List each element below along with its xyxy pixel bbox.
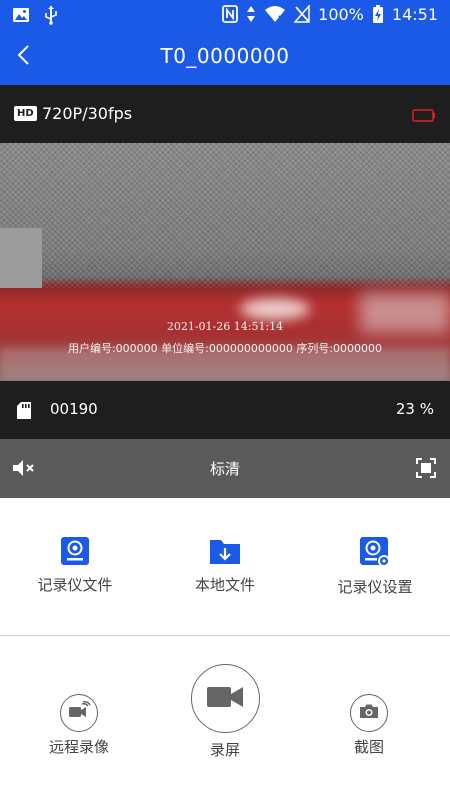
remote-video-icon [67, 701, 91, 725]
wifi-icon [264, 5, 286, 23]
action-bar: 远程录像 录屏 截图 [0, 636, 450, 800]
video-object [0, 228, 42, 288]
video-camera-icon [206, 685, 244, 713]
fullscreen-icon [416, 458, 436, 482]
page-title: T0_0000000 [160, 44, 290, 68]
storage-bar: 00190 23 % [0, 381, 450, 439]
hd-badge: HD [14, 106, 37, 121]
sd-card-icon [16, 401, 32, 424]
video-glare [240, 298, 310, 320]
live-video-view[interactable]: 2021-01-26 14:51:14 用户编号:000000 单位编号:000… [0, 143, 450, 381]
file-count: 00190 [50, 400, 98, 418]
feature-label: 本地文件 [194, 576, 255, 594]
device-battery-low-icon [412, 107, 436, 126]
mute-button[interactable] [12, 458, 36, 482]
storage-percentage: 23 % [395, 400, 434, 418]
feature-label: 记录仪设置 [337, 578, 413, 596]
recorder-settings-icon [300, 536, 450, 568]
download-folder-icon [150, 536, 300, 566]
resolution-label: 720P/30fps [42, 104, 133, 123]
no-signal-icon [294, 5, 310, 23]
app-header: T0_0000000 [0, 30, 450, 85]
action-label: 远程录像 [48, 738, 109, 756]
battery-charging-icon [372, 4, 384, 24]
battery-percentage: 100% [318, 4, 364, 24]
video-id-overlay: 用户编号:000000 单位编号:000000000000 序列号:000000… [67, 342, 383, 355]
remote-record-button[interactable]: 远程录像 [19, 694, 139, 757]
speaker-muted-icon [12, 460, 36, 482]
video-info-bar: HD 720P/30fps [0, 85, 450, 143]
feature-shortcuts: 记录仪文件 本地文件 记录仪设置 [0, 498, 450, 635]
image-icon [12, 7, 30, 23]
camera-icon [359, 703, 379, 723]
action-label: 录屏 [209, 741, 240, 759]
video-background-texture [0, 143, 450, 288]
screen-record-button[interactable]: 录屏 [175, 664, 275, 760]
usb-icon [44, 5, 58, 25]
recorder-files-icon [0, 536, 150, 566]
video-timestamp: 2021-01-26 14:51:14 [166, 320, 284, 333]
quality-toggle-button[interactable] [185, 451, 265, 485]
action-label: 截图 [353, 738, 384, 756]
local-files-button[interactable]: 本地文件 [150, 536, 300, 616]
fullscreen-button[interactable] [416, 458, 436, 482]
recorder-files-button[interactable]: 记录仪文件 [0, 536, 150, 616]
data-arrows-icon [246, 5, 256, 23]
recorder-settings-button[interactable]: 记录仪设置 [300, 536, 450, 616]
status-bar: 100% 14:51 [0, 0, 450, 30]
status-time: 14:51 [391, 4, 438, 24]
screenshot-button[interactable]: 截图 [309, 694, 429, 757]
nfc-icon [222, 5, 239, 23]
feature-label: 记录仪文件 [37, 576, 113, 594]
playback-controls: 标清 [0, 439, 450, 498]
